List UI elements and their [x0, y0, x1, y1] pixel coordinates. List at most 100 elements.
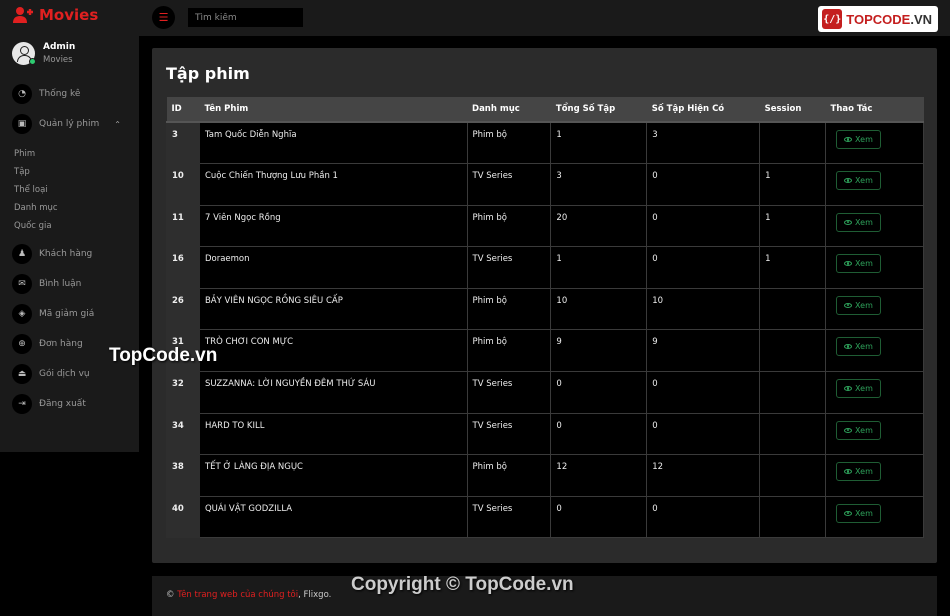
view-button[interactable]: Xem: [836, 171, 881, 191]
page-title: Tập phim: [166, 64, 250, 83]
user-name: Admin: [43, 42, 76, 52]
view-button[interactable]: Xem: [836, 254, 881, 274]
table-row: 40 QUÁI VẬT GODZILLA TV Series 0 0 Xem: [166, 495, 924, 539]
cell-so-tap-hien-co: 9: [646, 329, 761, 373]
view-button[interactable]: Xem: [836, 379, 881, 399]
sidebar-item-dang-xuat[interactable]: ⇥ Đăng xuất: [12, 394, 86, 414]
table-row: 10 Cuộc Chiến Thượng Lưu Phần 1 TV Series 3…: [166, 163, 924, 206]
column-header-danh-muc[interactable]: Danh mục: [467, 97, 551, 123]
eye-icon: [844, 427, 853, 433]
logo-mark: {/}: [822, 9, 843, 29]
view-button-label: Xem: [855, 217, 873, 227]
view-button[interactable]: Xem: [836, 212, 881, 232]
view-button-label: Xem: [855, 508, 873, 518]
eject-icon: ⏏: [12, 364, 32, 384]
view-button-label: Xem: [855, 259, 873, 269]
eye-icon: [844, 386, 853, 392]
cell-session: [759, 287, 827, 331]
sidebar-item-goi-dich-vu[interactable]: ⏏ Gói dịch vụ: [12, 364, 90, 384]
cell-danh-muc: TV Series: [466, 163, 552, 206]
eye-icon: [844, 137, 853, 142]
sidebar-item-don-hang[interactable]: ⊕ Đơn hàng: [12, 334, 83, 354]
footer-link[interactable]: Tên trang web của chúng tôi: [177, 590, 298, 600]
brand[interactable]: Movies: [12, 6, 98, 24]
brand-name: Movies: [39, 6, 99, 24]
user-icon: [12, 6, 34, 24]
table-row: 11 7 Viên Ngọc Rồng Phim bộ 20 0 1 Xem: [166, 204, 924, 248]
column-header-tong-so-tap[interactable]: Tổng Số Tập: [550, 97, 647, 123]
cell-id: 40: [166, 495, 200, 539]
chevron-up-icon: ⌃: [114, 119, 121, 129]
episodes-card: Tập phim ID Tên Phim Danh mục Tổng Số Tậ…: [152, 48, 937, 563]
sidebar-item-thong-ke[interactable]: ◔ Thống kê: [12, 84, 80, 104]
cell-tong-so-tap: 0: [550, 495, 648, 539]
users-icon: ♟: [12, 244, 32, 264]
cell-session: [759, 454, 827, 497]
view-button[interactable]: Xem: [836, 130, 881, 149]
eye-icon: [844, 469, 853, 475]
sidebar-item-label: Thống kê: [39, 89, 81, 99]
view-button[interactable]: Xem: [836, 337, 881, 357]
user-profile[interactable]: Admin Movies: [12, 42, 75, 65]
watermark-bottom: Copyright © TopCode.vn: [351, 574, 574, 595]
eye-icon: [844, 302, 853, 308]
cell-tong-so-tap: 20: [550, 204, 648, 248]
table-row: 16 Doraemon TV Series 1 0 1 Xem: [166, 246, 924, 289]
cell-so-tap-hien-co: 0: [646, 204, 761, 248]
view-button-label: Xem: [855, 467, 873, 477]
cell-id: 10: [166, 163, 200, 206]
column-header-ten-phim[interactable]: Tên Phim: [199, 97, 468, 123]
subnav-item-the-loai[interactable]: Thể loại: [14, 185, 48, 195]
column-header-so-tap-hien-co[interactable]: Số Tập Hiện Có: [646, 97, 760, 123]
sidebar-item-khach-hang[interactable]: ♟ Khách hàng: [12, 244, 92, 264]
view-button[interactable]: Xem: [836, 503, 881, 523]
comments-icon: ✉: [12, 274, 32, 294]
cell-danh-muc: Phim bộ: [466, 204, 552, 248]
sidebar-item-ma-giam-gia[interactable]: ◈ Mã giảm giá: [12, 304, 94, 324]
cell-ten-phim: Cuộc Chiến Thượng Lưu Phần 1: [198, 163, 468, 206]
table-row: 34 HARD TO KILL TV Series 0 0 Xem: [166, 412, 924, 456]
footer-text: © Tên trang web của chúng tôi, Flixgo.: [166, 590, 331, 600]
footer-suffix: , Flixgo.: [298, 590, 332, 600]
sidebar-item-label: Gói dịch vụ: [39, 369, 90, 379]
sidebar-toggle-button[interactable]: ☰: [152, 6, 175, 29]
cell-thao-tac: Xem: [825, 121, 924, 165]
cell-danh-muc: TV Series: [466, 495, 552, 539]
dashboard-icon: ◔: [12, 84, 32, 104]
cart-icon: ⊕: [12, 334, 32, 354]
cell-so-tap-hien-co: 3: [646, 121, 761, 165]
search-input[interactable]: [188, 8, 303, 27]
sidebar-item-label: Quản lý phim: [39, 119, 100, 129]
cell-session: [759, 121, 827, 165]
cell-tong-so-tap: 3: [550, 163, 648, 206]
sidebar-item-binh-luan[interactable]: ✉ Bình luận: [12, 274, 81, 294]
eye-icon: [844, 219, 853, 225]
subnav-item-quoc-gia[interactable]: Quốc gia: [14, 221, 52, 231]
tags-icon: ◈: [12, 304, 32, 324]
eye-icon: [844, 344, 853, 350]
view-button[interactable]: Xem: [836, 420, 881, 440]
column-header-session[interactable]: Session: [759, 97, 826, 123]
cell-ten-phim: HARD TO KILL: [198, 412, 468, 456]
cell-thao-tac: Xem: [825, 329, 924, 373]
cell-id: 11: [166, 204, 200, 248]
view-button[interactable]: Xem: [836, 295, 881, 315]
sidebar-item-quan-ly-phim[interactable]: ▣ Quản lý phim ⌃: [12, 114, 121, 134]
subnav-item-phim[interactable]: Phim: [14, 149, 35, 159]
cell-thao-tac: Xem: [825, 163, 924, 206]
view-button[interactable]: Xem: [836, 462, 881, 482]
cell-ten-phim: TẾT Ở LÀNG ĐỊA NGỤC: [198, 454, 468, 497]
cell-ten-phim: Doraemon: [198, 246, 468, 289]
sidebar: Admin Movies ◔ Thống kê ▣ Quản lý phim ⌃…: [0, 36, 139, 452]
cell-tong-so-tap: 9: [550, 329, 648, 373]
subnav-item-danh-muc[interactable]: Danh mục: [14, 203, 58, 213]
cell-session: [759, 371, 827, 414]
cell-tong-so-tap: 12: [550, 454, 648, 497]
subnav-item-tap[interactable]: Tập: [14, 167, 30, 177]
column-header-id[interactable]: ID: [166, 97, 200, 123]
signout-icon: ⇥: [12, 394, 32, 414]
cell-ten-phim: Tam Quốc Diễn Nghĩa: [198, 121, 468, 165]
sidebar-item-label: Mã giảm giá: [39, 309, 95, 319]
cell-tong-so-tap: 0: [550, 371, 648, 414]
cell-danh-muc: Phim bộ: [466, 454, 552, 497]
